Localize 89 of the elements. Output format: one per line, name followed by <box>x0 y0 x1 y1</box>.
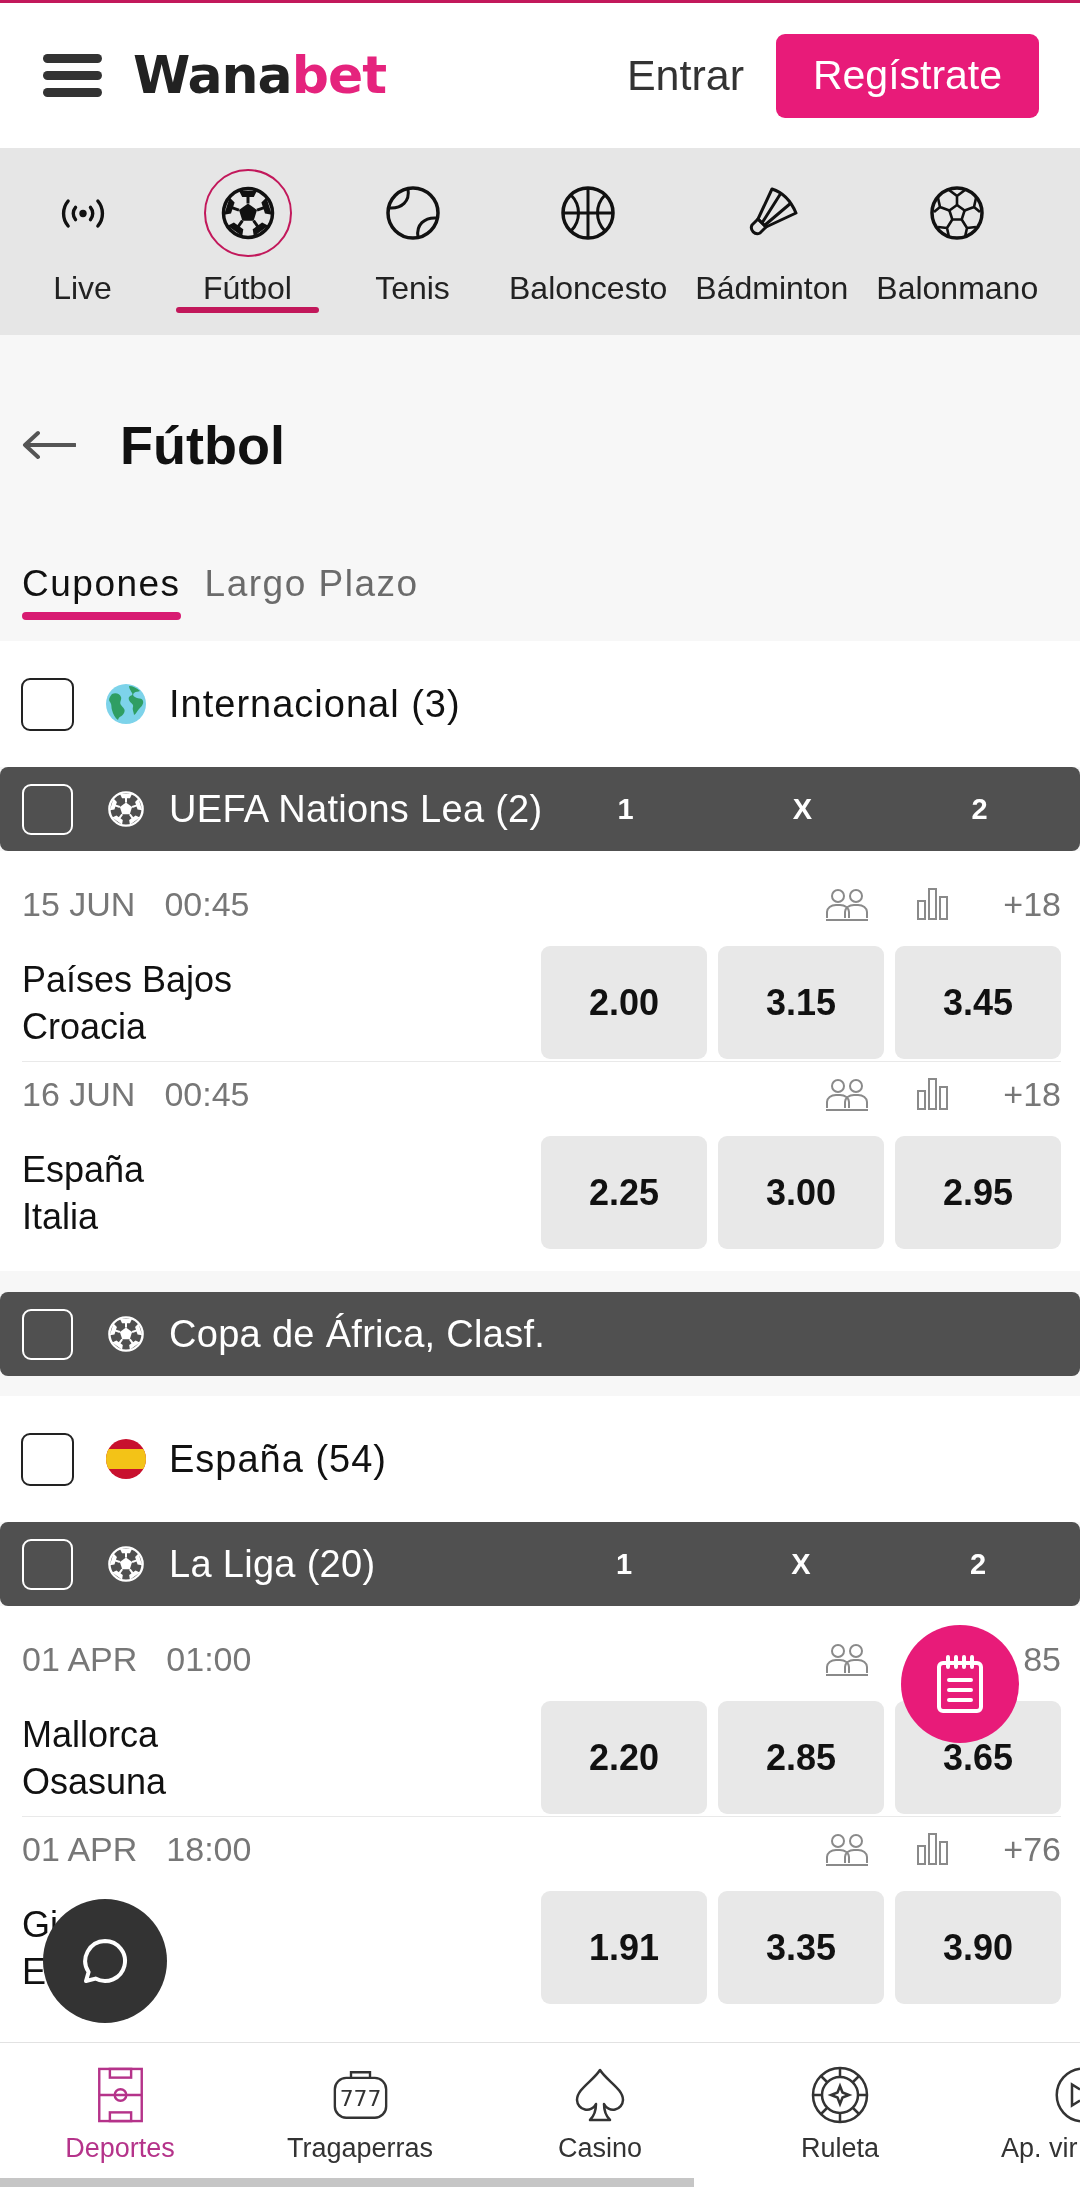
match-time: 00:45 <box>164 1074 250 1114</box>
team-name: Países Bajos <box>22 958 233 1000</box>
match-date: 16 JUN <box>22 1074 136 1114</box>
column-header: 1 <box>615 1547 633 1580</box>
column-header: 2 <box>971 792 988 825</box>
nav-item[interactable]: Ap. vir <box>960 2043 1080 2178</box>
markets-count[interactable]: +18 <box>1003 1074 1061 1113</box>
odds-button[interactable]: 2.95 <box>895 1136 1061 1249</box>
odds-button[interactable]: 3.90 <box>895 1891 1061 2004</box>
people-icon[interactable] <box>825 1077 869 1111</box>
team-name: Osasuna <box>22 1760 167 1802</box>
chat-bubble-icon <box>81 1937 129 1985</box>
notepad-icon <box>936 1654 984 1714</box>
people-icon[interactable] <box>825 1832 869 1866</box>
markets-count[interactable]: 85 <box>1023 1639 1061 1678</box>
soccer-ball-icon <box>107 1545 145 1583</box>
login-link[interactable]: Entrar <box>626 50 744 101</box>
nav-item[interactable]: Deportes <box>0 2043 240 2178</box>
league-header[interactable]: Copa de África, Clasf. <box>0 1292 1080 1376</box>
region-name: Internacional (3) <box>169 682 461 726</box>
region-row[interactable]: Internacional (3) <box>0 641 1080 767</box>
column-header: X <box>791 1547 811 1580</box>
odds-button[interactable]: 2.00 <box>541 946 707 1059</box>
odds-button[interactable]: 3.35 <box>718 1891 884 2004</box>
back-arrow-icon[interactable] <box>21 430 76 460</box>
sport-tab[interactable]: Balonmano <box>862 148 1053 335</box>
checkbox[interactable] <box>21 1432 74 1486</box>
odds-button[interactable]: 1.91 <box>541 1891 707 2004</box>
team-name: E <box>22 1950 46 1992</box>
soccer-ball-icon <box>107 790 145 828</box>
odds-button[interactable]: 3.45 <box>895 946 1061 1059</box>
soccer-ball-icon <box>203 169 292 257</box>
region-name: España (54) <box>169 1437 387 1481</box>
league-name: UEFA Nations Lea (2) <box>169 787 543 831</box>
odds-button[interactable]: 3.00 <box>718 1136 884 1249</box>
nav-item[interactable]: 777 Tragaperras <box>240 2043 480 2178</box>
ball-icon <box>929 185 986 241</box>
people-icon[interactable] <box>825 1642 869 1676</box>
odds-button[interactable]: 3.15 <box>718 946 884 1059</box>
match-time: 18:00 <box>166 1829 252 1869</box>
match-time: 00:45 <box>164 884 250 924</box>
sport-tab[interactable]: Live <box>0 148 165 335</box>
pitch-icon <box>96 2067 144 2123</box>
bar-chart-icon[interactable] <box>916 1832 949 1866</box>
league-name: La Liga (20) <box>169 1542 376 1586</box>
match-time: 01:00 <box>166 1639 252 1679</box>
markets-count[interactable]: +76 <box>1003 1829 1061 1868</box>
nav-item[interactable]: Casino <box>480 2043 720 2178</box>
league-header[interactable]: La Liga (20) 1 X 2 <box>0 1522 1080 1606</box>
basketball-icon <box>560 185 617 241</box>
odds-button[interactable]: 2.20 <box>541 1701 707 1814</box>
nav-item[interactable]: Ruleta <box>720 2043 960 2178</box>
column-header: 2 <box>969 1547 987 1580</box>
column-header: X <box>792 792 813 825</box>
section-tab[interactable]: Cupones <box>22 562 181 620</box>
bar-chart-icon[interactable] <box>916 887 949 921</box>
spain-flag-icon <box>105 1438 147 1480</box>
tennis-ball-icon <box>384 185 441 241</box>
match-date: 01 APR <box>22 1639 138 1679</box>
page-title: Fútbol <box>120 413 285 477</box>
league-name: Copa de África, Clasf. <box>169 1312 546 1356</box>
odds-button[interactable]: 2.85 <box>718 1701 884 1814</box>
match-date: 01 APR <box>22 1829 138 1869</box>
register-button[interactable]: Regístrate <box>776 33 1039 118</box>
menu-icon[interactable] <box>43 54 102 97</box>
region-row[interactable]: España (54) <box>0 1396 1080 1522</box>
roulette-wheel-icon <box>811 2066 869 2124</box>
brand-logo[interactable]: Wanabet <box>133 46 387 105</box>
team-name: España <box>22 1148 145 1190</box>
soccer-ball-icon <box>107 1315 145 1353</box>
team-name: Mallorca <box>22 1713 159 1755</box>
sport-tab[interactable]: Bádminton <box>681 148 863 335</box>
match-date: 15 JUN <box>22 884 136 924</box>
play-icon <box>1054 2067 1080 2123</box>
sport-tab[interactable]: Baloncesto <box>495 148 682 335</box>
globe-icon <box>105 683 147 725</box>
markets-count[interactable]: +18 <box>1003 884 1061 923</box>
column-header: 1 <box>617 792 634 825</box>
people-icon[interactable] <box>825 887 869 921</box>
sport-tab[interactable]: Fútbol <box>165 148 330 335</box>
team-name: Croacia <box>22 1005 147 1047</box>
spade-icon <box>573 2067 627 2123</box>
sport-tab[interactable]: Tenis <box>330 148 495 335</box>
section-tab[interactable]: Largo Plazo <box>204 562 419 620</box>
odds-button[interactable]: 2.25 <box>541 1136 707 1249</box>
league-header[interactable]: UEFA Nations Lea (2) 1 X 2 <box>0 767 1080 851</box>
team-name: Italia <box>22 1195 99 1237</box>
checkbox[interactable] <box>21 677 74 731</box>
bar-chart-icon[interactable] <box>916 1077 949 1111</box>
